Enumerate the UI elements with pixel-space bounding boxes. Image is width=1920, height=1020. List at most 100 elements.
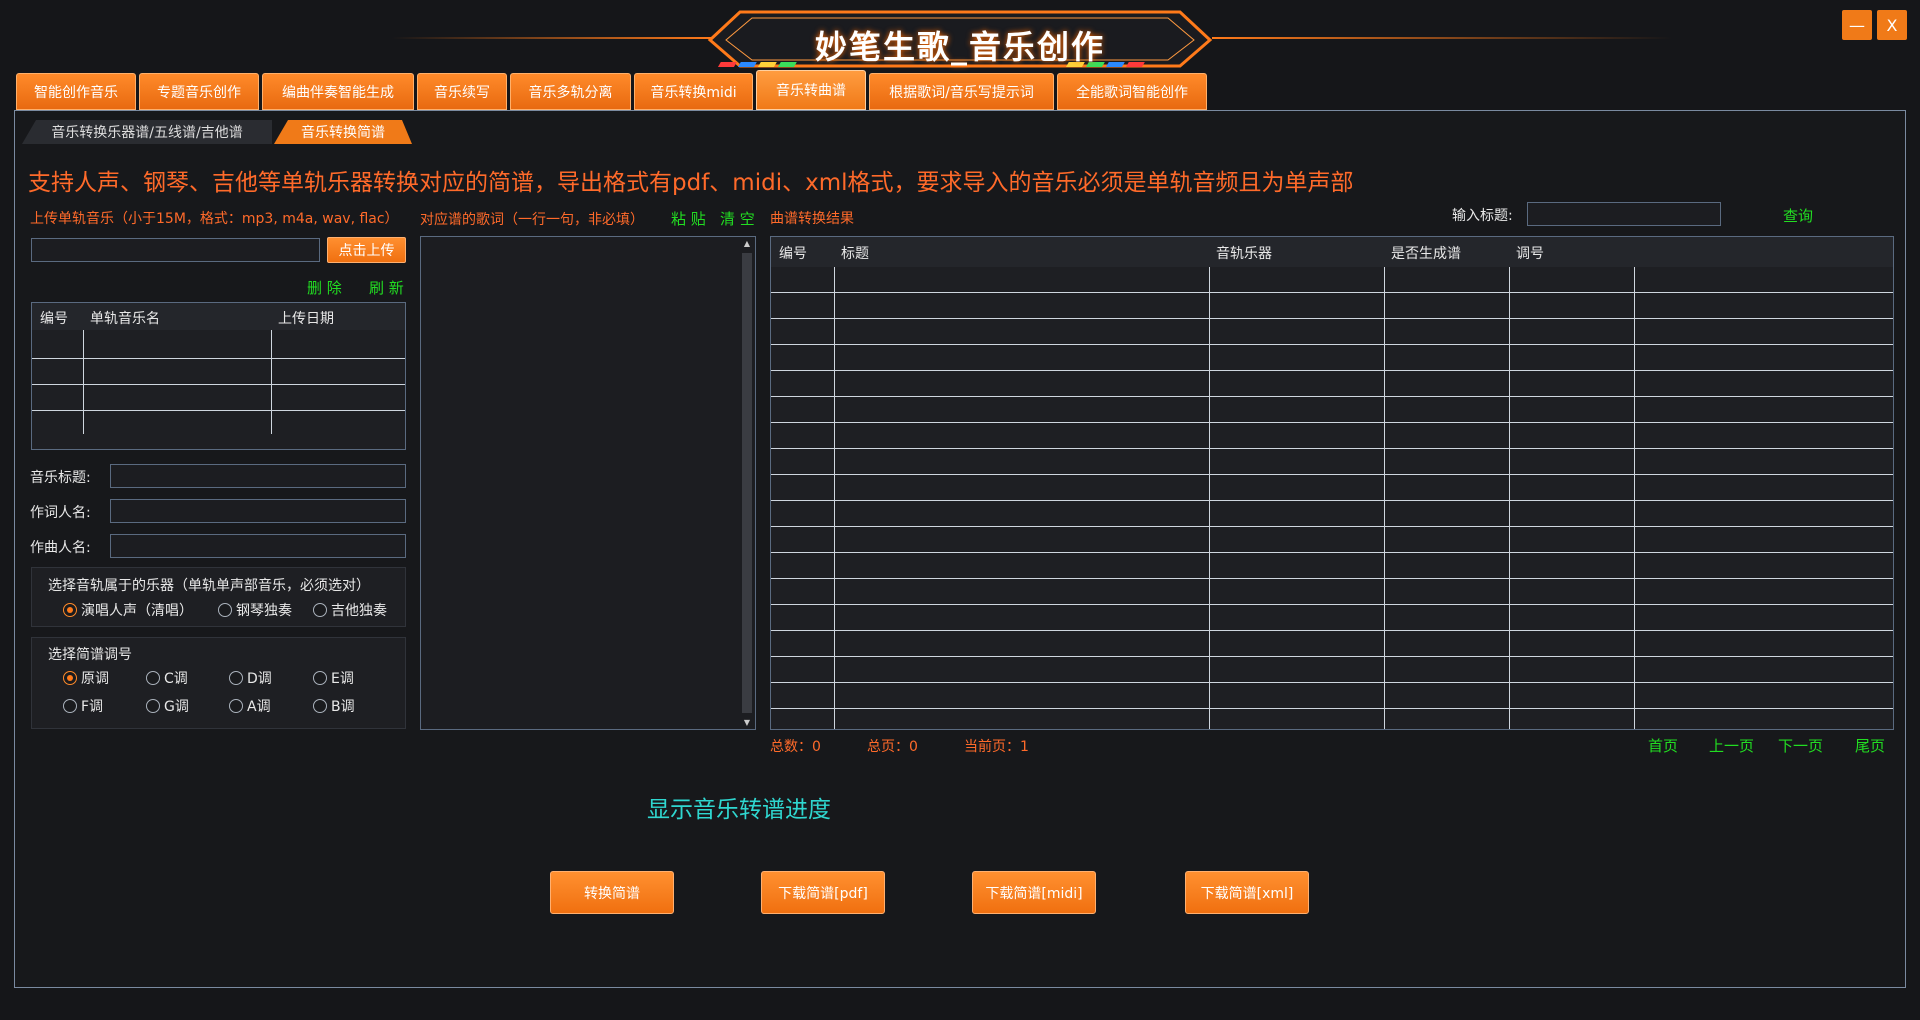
table-row[interactable] — [32, 384, 405, 385]
results-col-divider — [1209, 267, 1210, 729]
table-row[interactable] — [32, 410, 405, 411]
radio-key-a[interactable]: A调 — [229, 696, 271, 716]
radio-unchecked-icon — [313, 699, 327, 713]
radio-unchecked-icon — [146, 671, 160, 685]
prev-page-link[interactable]: 上一页 — [1709, 735, 1754, 756]
radio-key-f[interactable]: F调 — [63, 696, 103, 716]
download-pdf-button[interactable]: 下载简谱[pdf] — [761, 871, 885, 914]
subtab-numbered-score[interactable]: 音乐转换简谱 — [274, 120, 412, 144]
total-count: 总数：0 — [770, 739, 821, 755]
table-row[interactable] — [771, 552, 1893, 553]
table-row[interactable] — [771, 292, 1893, 293]
upload-table: 编号 单轨音乐名 上传日期 — [31, 302, 406, 450]
results-col-title: 标题 — [841, 246, 869, 262]
results-col-divider — [1509, 267, 1510, 729]
radio-guitar[interactable]: 吉他独奏 — [313, 600, 387, 620]
tab-music-to-midi[interactable]: 音乐转换midi — [634, 73, 753, 110]
radio-key-label: A调 — [247, 699, 271, 715]
results-col-divider — [1384, 267, 1385, 729]
table-row[interactable] — [771, 578, 1893, 579]
results-table-header — [771, 237, 1893, 267]
upload-col-name: 单轨音乐名 — [90, 311, 160, 327]
tab-lyrics-creation[interactable]: 全能歌词智能创作 — [1057, 73, 1207, 110]
radio-unchecked-icon — [313, 671, 327, 685]
radio-vocal-label: 演唱人声（清唱） — [81, 603, 193, 619]
table-row[interactable] — [771, 448, 1893, 449]
table-row[interactable] — [771, 396, 1893, 397]
lyrics-label: 对应谱的歌词（一行一句，非必填） — [420, 212, 644, 228]
table-row[interactable] — [771, 682, 1893, 683]
lyricist-input[interactable] — [110, 499, 406, 523]
upload-file-input[interactable] — [31, 238, 320, 262]
search-title-input[interactable] — [1527, 202, 1721, 226]
upload-col-date: 上传日期 — [278, 311, 334, 327]
tab-smart-music[interactable]: 智能创作音乐 — [16, 73, 136, 110]
radio-unchecked-icon — [313, 603, 327, 617]
minimize-button[interactable]: — — [1842, 10, 1872, 40]
tab-arrangement[interactable]: 编曲伴奏智能生成 — [262, 73, 414, 110]
scroll-down-icon[interactable]: ▼ — [742, 718, 752, 727]
subtab-instrument-score[interactable]: 音乐转换乐器谱/五线谱/吉他谱 — [22, 120, 272, 144]
upload-col-id: 编号 — [40, 311, 68, 327]
radio-key-d[interactable]: D调 — [229, 668, 272, 688]
tab-prompt-writer[interactable]: 根据歌词/音乐写提示词 — [869, 73, 1054, 110]
upload-col-divider — [271, 330, 272, 434]
delete-link[interactable]: 删 除 — [307, 277, 342, 298]
table-row[interactable] — [771, 344, 1893, 345]
table-row[interactable] — [771, 630, 1893, 631]
scrollbar-thumb[interactable] — [742, 253, 752, 713]
close-button[interactable]: X — [1877, 10, 1907, 40]
refresh-link[interactable]: 刷 新 — [369, 277, 404, 298]
download-midi-button[interactable]: 下载简谱[midi] — [972, 871, 1096, 914]
table-row[interactable] — [771, 526, 1893, 527]
key-group-title: 选择简谱调号 — [48, 647, 132, 663]
radio-key-b[interactable]: B调 — [313, 696, 355, 716]
table-row[interactable] — [771, 656, 1893, 657]
table-row[interactable] — [771, 604, 1893, 605]
table-row[interactable] — [771, 370, 1893, 371]
table-row[interactable] — [771, 422, 1893, 423]
table-row[interactable] — [32, 358, 405, 359]
table-row[interactable] — [771, 708, 1893, 709]
table-row[interactable] — [771, 474, 1893, 475]
convert-button[interactable]: 转换简谱 — [550, 871, 674, 914]
music-title-input[interactable] — [110, 464, 406, 488]
radio-checked-icon — [63, 671, 77, 685]
composer-label: 作曲人名: — [30, 540, 91, 556]
last-page-link[interactable]: 尾页 — [1855, 735, 1885, 756]
radio-key-c[interactable]: C调 — [146, 668, 188, 688]
tab-track-separation[interactable]: 音乐多轨分离 — [510, 73, 631, 110]
radio-key-original[interactable]: 原调 — [63, 668, 109, 688]
lyrics-scrollbar[interactable]: ▲ ▼ — [739, 237, 755, 729]
composer-input[interactable] — [110, 534, 406, 558]
tab-music-to-score[interactable]: 音乐转曲谱 — [756, 70, 866, 110]
clear-link[interactable]: 清 空 — [720, 208, 755, 229]
tab-music-continue[interactable]: 音乐续写 — [417, 73, 507, 110]
lyrics-textarea[interactable]: ▲ ▼ — [420, 236, 756, 730]
radio-unchecked-icon — [229, 699, 243, 713]
radio-key-label: B调 — [331, 699, 355, 715]
upload-table-header — [32, 303, 405, 330]
results-col-id: 编号 — [779, 246, 807, 262]
upload-label: 上传单轨音乐（小于15M，格式：mp3, m4a, wav, flac） — [30, 211, 399, 227]
radio-key-label: D调 — [247, 671, 272, 687]
radio-key-g[interactable]: G调 — [146, 696, 189, 716]
radio-key-label: 原调 — [81, 671, 109, 687]
radio-key-e[interactable]: E调 — [313, 668, 354, 688]
tab-topic-music[interactable]: 专题音乐创作 — [139, 73, 259, 110]
radio-vocal[interactable]: 演唱人声（清唱） — [63, 600, 193, 620]
instrument-group-title: 选择音轨属于的乐器（单轨单声部音乐，必须选对） — [48, 578, 370, 594]
results-col-instrument: 音轨乐器 — [1216, 246, 1272, 262]
radio-piano[interactable]: 钢琴独奏 — [218, 600, 292, 620]
table-row[interactable] — [771, 318, 1893, 319]
results-col-divider — [1634, 267, 1635, 729]
app-title: 妙笔生歌_音乐创作 — [814, 28, 1105, 66]
download-xml-button[interactable]: 下载简谱[xml] — [1185, 871, 1309, 914]
upload-button[interactable]: 点击上传 — [327, 237, 406, 263]
query-link[interactable]: 查询 — [1783, 205, 1813, 226]
scroll-up-icon[interactable]: ▲ — [742, 239, 752, 248]
table-row[interactable] — [771, 500, 1893, 501]
first-page-link[interactable]: 首页 — [1648, 735, 1678, 756]
next-page-link[interactable]: 下一页 — [1778, 735, 1823, 756]
paste-link[interactable]: 粘 贴 — [671, 208, 706, 229]
